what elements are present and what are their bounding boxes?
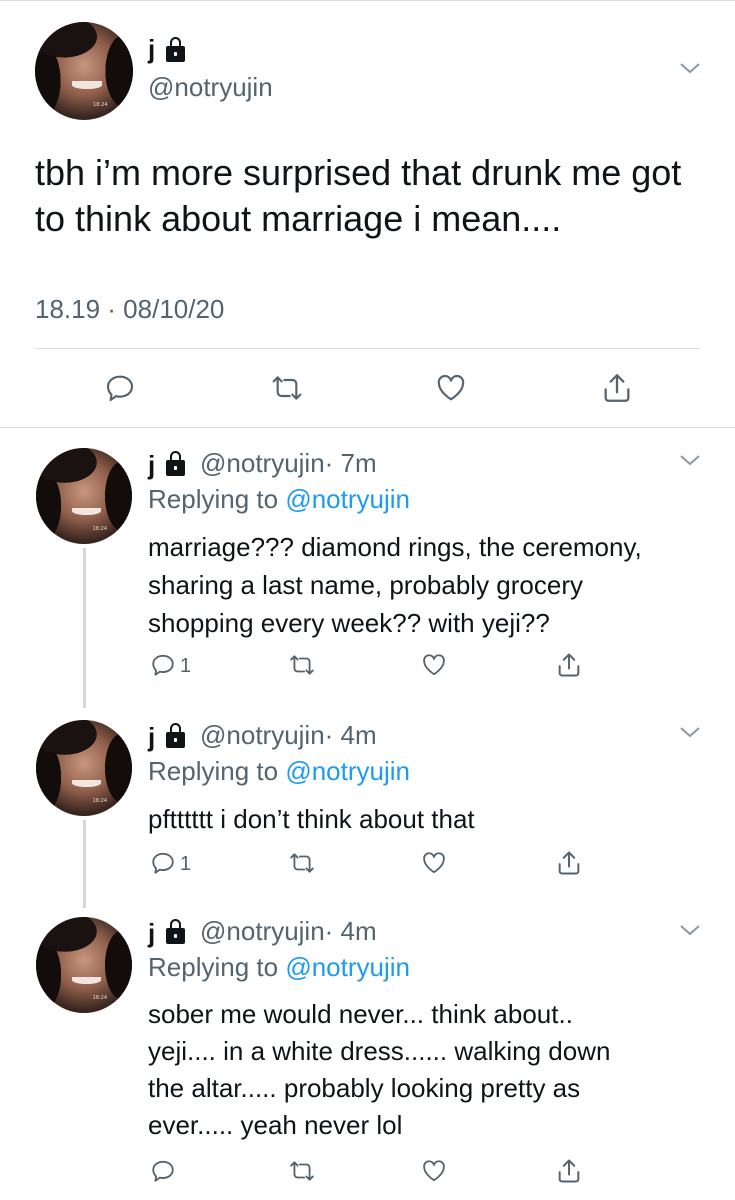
tweet-text: pftttttt i don’t think about that bbox=[148, 804, 475, 834]
tweet-timestamp[interactable]: 18.19 · 08/10/20 bbox=[35, 294, 224, 325]
chevron-down-icon[interactable] bbox=[678, 452, 702, 468]
avatar[interactable]: 18:24 bbox=[35, 22, 133, 120]
avatar[interactable]: 18:24 bbox=[36, 917, 132, 1013]
handle[interactable]: @notryujin bbox=[200, 448, 325, 478]
share-icon[interactable] bbox=[600, 370, 634, 406]
replying-to: Replying to @notryujin bbox=[148, 756, 410, 786]
chevron-down-icon[interactable] bbox=[678, 724, 702, 740]
share-icon[interactable] bbox=[555, 650, 583, 680]
divider bbox=[35, 348, 700, 349]
timestamp[interactable]: · 4m bbox=[325, 916, 377, 946]
timestamp[interactable]: · 7m bbox=[325, 448, 377, 478]
reply-icon[interactable] bbox=[150, 652, 176, 678]
tweet-text: sober me would never... think about.. ye… bbox=[148, 999, 611, 1140]
lock-icon bbox=[166, 451, 185, 476]
handle[interactable]: @notryujin bbox=[200, 720, 325, 750]
avatar[interactable]: 18:24 bbox=[36, 720, 132, 816]
handle[interactable]: @notryujin bbox=[200, 916, 325, 946]
thread-line bbox=[83, 548, 86, 708]
replying-to: Replying to @notryujin bbox=[148, 484, 410, 514]
like-icon[interactable] bbox=[420, 652, 448, 678]
replying-to-link[interactable]: @notryujin bbox=[285, 952, 410, 982]
reply-icon[interactable] bbox=[150, 850, 176, 876]
retweet-icon[interactable] bbox=[288, 850, 316, 876]
handle-time[interactable]: @notryujin· 4m bbox=[200, 916, 377, 947]
display-name[interactable]: j bbox=[148, 918, 155, 949]
share-icon[interactable] bbox=[555, 1156, 583, 1186]
retweet-icon[interactable] bbox=[270, 372, 304, 404]
lock-icon bbox=[166, 723, 185, 748]
handle[interactable]: @notryujin bbox=[148, 72, 273, 103]
top-border bbox=[0, 0, 735, 1]
retweet-icon[interactable] bbox=[288, 1158, 316, 1184]
lock-icon bbox=[166, 919, 185, 944]
retweet-icon[interactable] bbox=[288, 652, 316, 678]
share-icon[interactable] bbox=[555, 848, 583, 878]
replying-to-link[interactable]: @notryujin bbox=[285, 756, 410, 786]
thread-line bbox=[83, 820, 86, 908]
timestamp[interactable]: · 4m bbox=[325, 720, 377, 750]
handle-time[interactable]: @notryujin· 4m bbox=[200, 720, 377, 751]
reply-count: 1 bbox=[180, 853, 192, 875]
reply-count: 1 bbox=[180, 655, 192, 677]
replying-to-link[interactable]: @notryujin bbox=[285, 484, 410, 514]
like-icon[interactable] bbox=[420, 850, 448, 876]
avatar[interactable]: 18:24 bbox=[36, 448, 132, 544]
chevron-down-icon[interactable] bbox=[678, 922, 702, 938]
lock-icon bbox=[166, 37, 185, 62]
display-name[interactable]: j bbox=[148, 450, 155, 481]
handle-time[interactable]: @notryujin· 7m bbox=[200, 448, 377, 479]
replying-to: Replying to @notryujin bbox=[148, 952, 410, 982]
reply-icon[interactable] bbox=[104, 372, 136, 404]
divider bbox=[0, 427, 735, 428]
reply-icon[interactable] bbox=[150, 1158, 176, 1184]
tweet-text: tbh i’m more surprised that drunk me got… bbox=[35, 152, 682, 239]
chevron-down-icon[interactable] bbox=[678, 60, 702, 76]
like-icon[interactable] bbox=[434, 372, 468, 404]
tweet-text: marriage??? diamond rings, the ceremony,… bbox=[148, 532, 642, 638]
display-name[interactable]: j bbox=[148, 34, 155, 65]
display-name[interactable]: j bbox=[148, 722, 155, 753]
like-icon[interactable] bbox=[420, 1158, 448, 1184]
